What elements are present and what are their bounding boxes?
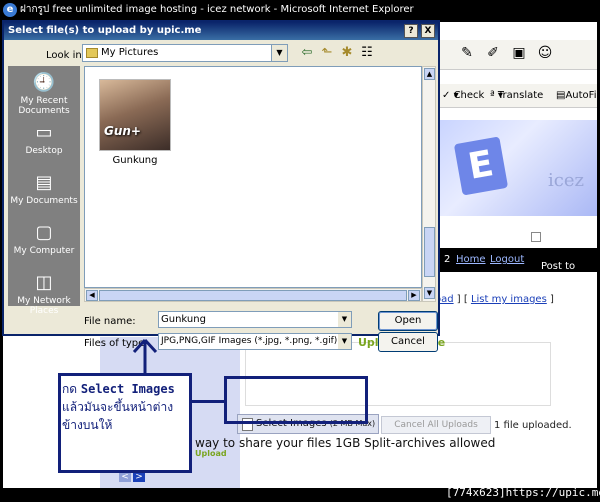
pencil-icon[interactable]: ✎ [458, 44, 476, 62]
page-nav: < > [119, 472, 147, 482]
desktop-icon: ▭ [35, 122, 53, 143]
links-separator: ] [ [453, 294, 471, 305]
view-menu-icon[interactable]: ☷ [358, 44, 376, 62]
ie-logo-icon: e [3, 3, 17, 17]
translate-button[interactable]: ª Translate ▾ [490, 84, 543, 108]
browser-title-bar: e ฝากรูป free unlimited image hosting - … [0, 0, 600, 20]
file-name-field-label: File name: [84, 316, 136, 327]
chevron-down-icon[interactable]: ▼ [271, 45, 287, 61]
look-in-select[interactable]: My Pictures ▼ [82, 44, 288, 62]
dialog-title-bar: Select file(s) to upload by upic.me ? X [4, 22, 438, 40]
autofill-button[interactable]: ▤ AutoFill [556, 84, 597, 108]
edit-icon[interactable]: ✐ [484, 44, 502, 62]
close-button[interactable]: X [421, 24, 435, 38]
ie-toolbar: ✎ ✐ ▣ ☺ [438, 40, 597, 70]
annotation-text: กด Select Images แล้วมันจะขึ้นหน้าต่าง ข… [62, 380, 188, 434]
file-upload-dialog: Select file(s) to upload by upic.me ? X … [2, 20, 440, 352]
logout-link[interactable]: Logout [490, 248, 524, 272]
upload-status: 1 file uploaded. [494, 420, 572, 431]
place-label: Desktop [25, 146, 63, 156]
file-name-input[interactable] [158, 311, 352, 328]
autofill-label: AutoFill [565, 90, 597, 101]
look-in-value: My Pictures [101, 47, 159, 58]
recent-docs-icon: 🕘 [32, 72, 56, 93]
promo-text: way to share your files 1GB Split-archiv… [195, 436, 496, 450]
look-in-label: Look in: [46, 50, 86, 61]
network-places-icon: ◫ [35, 272, 53, 293]
scroll-up-icon[interactable]: ▲ [424, 68, 435, 80]
toolbar-links: ✓ Check ▾ ª Translate ▾ ▤ AutoFill [438, 84, 597, 108]
annotation-button-highlight [224, 376, 368, 424]
post-to-twitter-label: Post to twitte [541, 261, 576, 283]
open-button[interactable]: Open [378, 311, 438, 331]
horizontal-scrollbar[interactable]: ◀ ▶ [84, 288, 422, 302]
chevron-down-icon[interactable]: ▼ [338, 334, 351, 349]
cancel-button[interactable]: Cancel [378, 332, 438, 352]
file-name-label[interactable]: Gunkung [99, 155, 171, 166]
home-link[interactable]: Home [456, 248, 486, 272]
check-label: Check [453, 90, 485, 101]
annotation-arrow-icon [132, 338, 158, 374]
research-icon[interactable]: ▣ [510, 44, 528, 62]
scroll-thumb[interactable] [424, 227, 435, 277]
scroll-right-icon[interactable]: ▶ [408, 290, 420, 301]
my-computer-icon: ▢ [35, 222, 53, 243]
place-network-places[interactable]: ◫ My Network Places [8, 270, 80, 318]
annotation-connector [192, 400, 226, 403]
place-label: My Computer [13, 246, 75, 256]
translate-label: Translate [497, 90, 544, 101]
dialog-title: Select file(s) to upload by upic.me [8, 25, 202, 36]
hscroll-thumb[interactable] [99, 290, 407, 301]
scroll-left-icon[interactable]: ◀ [86, 290, 98, 301]
place-label: My Documents [10, 196, 78, 206]
upload-links: oad ] [ List my images ] [435, 294, 554, 305]
up-folder-icon[interactable]: ⬑ [318, 44, 336, 62]
places-bar: 🕘 My Recent Documents ▭ Desktop ▤ My Doc… [8, 66, 80, 316]
browser-title: ฝากรูป free unlimited image hosting - ic… [20, 4, 414, 15]
vertical-scrollbar[interactable]: ▲ ▼ [422, 66, 436, 302]
nav-count: 2 [444, 254, 451, 265]
new-folder-icon[interactable]: ✱ [338, 44, 356, 62]
back-arrow-icon[interactable]: ⇦ [298, 44, 316, 62]
post-to-twitter-checkbox[interactable] [531, 232, 541, 242]
place-my-computer[interactable]: ▢ My Computer [8, 220, 80, 268]
annotation-line2: แล้วมันจะขึ้นหน้าต่าง [62, 400, 174, 414]
messenger-icon[interactable]: ☺ [536, 44, 554, 62]
files-of-type-select[interactable]: JPG,PNG,GIF Images (*.jpg, *.png, *.gif)… [158, 333, 352, 350]
promo-upload-link[interactable]: Upload [195, 449, 227, 458]
place-label: My Network Places [17, 296, 71, 316]
banner-text: icez [548, 170, 584, 191]
place-recent-documents[interactable]: 🕘 My Recent Documents [8, 70, 80, 118]
e-logo-icon: E [453, 136, 509, 196]
thumbnail-text: Gun+ [104, 124, 141, 138]
chevron-down-icon[interactable]: ▼ [338, 312, 351, 327]
watermark: [774x623]https://upic.me/ [446, 486, 600, 499]
annotation-highlight: Select Images [80, 382, 175, 396]
check-button[interactable]: ✓ Check ▾ [442, 84, 484, 108]
next-page-button[interactable]: > [133, 472, 145, 482]
annotation-prefix: กด [62, 382, 81, 396]
place-my-documents[interactable]: ▤ My Documents [8, 170, 80, 218]
prev-page-button[interactable]: < [119, 472, 131, 482]
place-label: My Recent Documents [18, 96, 70, 116]
site-banner: E icez [438, 120, 597, 216]
scroll-down-icon[interactable]: ▼ [424, 287, 435, 299]
file-thumbnail[interactable]: Gun+ [99, 79, 171, 151]
links-suffix: ] [546, 294, 554, 305]
file-list: Gun+ Gunkung [84, 66, 422, 288]
annotation-line3: ข้างบนให้ [62, 418, 113, 432]
folder-icon [86, 48, 98, 58]
help-button[interactable]: ? [404, 24, 418, 38]
list-my-images-link[interactable]: List my images [471, 294, 547, 305]
cancel-all-uploads-button[interactable]: Cancel All Uploads [381, 416, 491, 434]
my-documents-icon: ▤ [35, 172, 53, 193]
place-desktop[interactable]: ▭ Desktop [8, 120, 80, 168]
